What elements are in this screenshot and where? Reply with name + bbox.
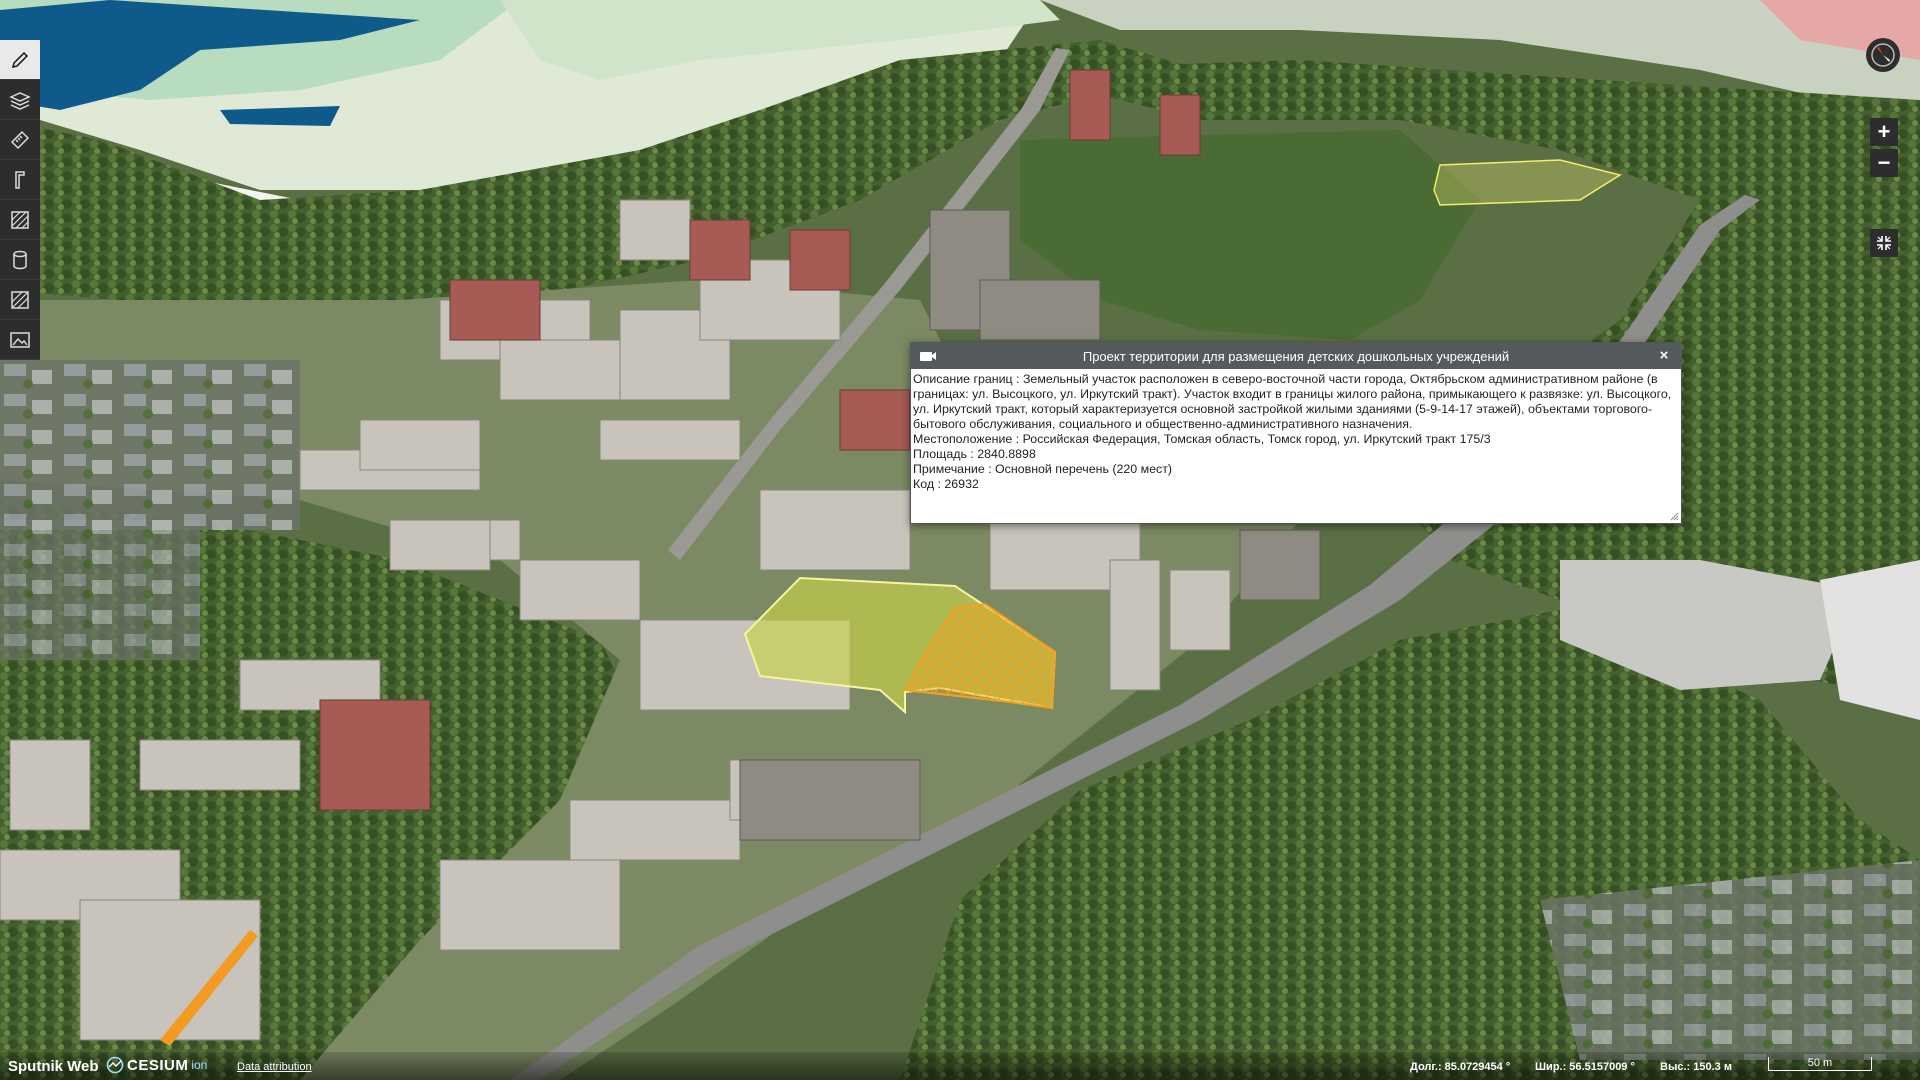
zoom-out-button[interactable]: − (1870, 149, 1898, 177)
slope-icon (11, 290, 29, 309)
popup-header[interactable]: Проект территории для размещения детских… (911, 343, 1681, 369)
popup-close-button[interactable]: × (1655, 346, 1673, 364)
zoom-in-button[interactable]: + (1870, 118, 1898, 146)
pencil-icon (11, 51, 29, 68)
feature-info-popup[interactable]: Проект территории для размещения детских… (910, 342, 1682, 524)
cylinder-icon (13, 250, 27, 269)
popup-note: Примечание : Основной перечень (220 мест… (913, 462, 1172, 476)
cesium-ion-text: ion (191, 1058, 208, 1072)
slope-tool-button[interactable] (0, 280, 40, 320)
longitude-readout: Долг.: 85.0729454 ° (1410, 1061, 1511, 1073)
image-icon (10, 331, 30, 348)
latitude-readout: Шир.: 56.5157009 ° (1535, 1061, 1635, 1073)
cesium-ion-logo[interactable]: CESIUM ion (106, 1055, 207, 1075)
layers-tool-button[interactable] (0, 80, 40, 120)
area-hatch-icon (11, 210, 29, 229)
measure-area-button[interactable] (0, 200, 40, 240)
popup-title: Проект территории для размещения детских… (1082, 348, 1510, 364)
collapse-icon (1877, 236, 1891, 250)
screenshot-tool-button[interactable] (0, 320, 40, 360)
cesium-text: CESIUM (127, 1056, 189, 1074)
app-brand: Sputnik Web (8, 1058, 99, 1075)
compass-icon (1871, 43, 1895, 67)
resize-handle-icon[interactable] (1669, 511, 1679, 521)
data-attribution-link[interactable]: Data attribution (237, 1061, 312, 1073)
left-toolbar (0, 40, 40, 360)
layers-icon (9, 91, 31, 110)
measure-distance-button[interactable] (0, 120, 40, 160)
compass-button[interactable] (1866, 38, 1900, 72)
altitude-readout: Выс.: 150.3 м (1660, 1061, 1732, 1073)
cesium-logo-icon (106, 1056, 124, 1074)
map-viewport[interactable]: + − Проект территории для размещения дет… (0, 0, 1920, 1080)
ruler-icon (10, 130, 30, 149)
volume-tool-button[interactable] (0, 240, 40, 280)
aerial-3d-scene[interactable] (0, 0, 1920, 1080)
popup-description: Описание границ : Земельный участок расп… (913, 372, 1672, 431)
camera-icon[interactable] (919, 349, 937, 363)
popup-area: Площадь : 2840.8898 (913, 447, 1036, 461)
measure-height-button[interactable] (0, 160, 40, 200)
scale-bar: 50 m (1768, 1057, 1872, 1071)
fullscreen-exit-button[interactable] (1870, 229, 1898, 257)
vertical-measure-icon (15, 170, 25, 189)
popup-location: Местоположение : Российская Федерация, Т… (913, 432, 1491, 446)
popup-body: Описание границ : Земельный участок расп… (911, 369, 1681, 492)
draw-tool-button[interactable] (0, 40, 40, 80)
popup-code: Код : 26932 (913, 477, 979, 491)
